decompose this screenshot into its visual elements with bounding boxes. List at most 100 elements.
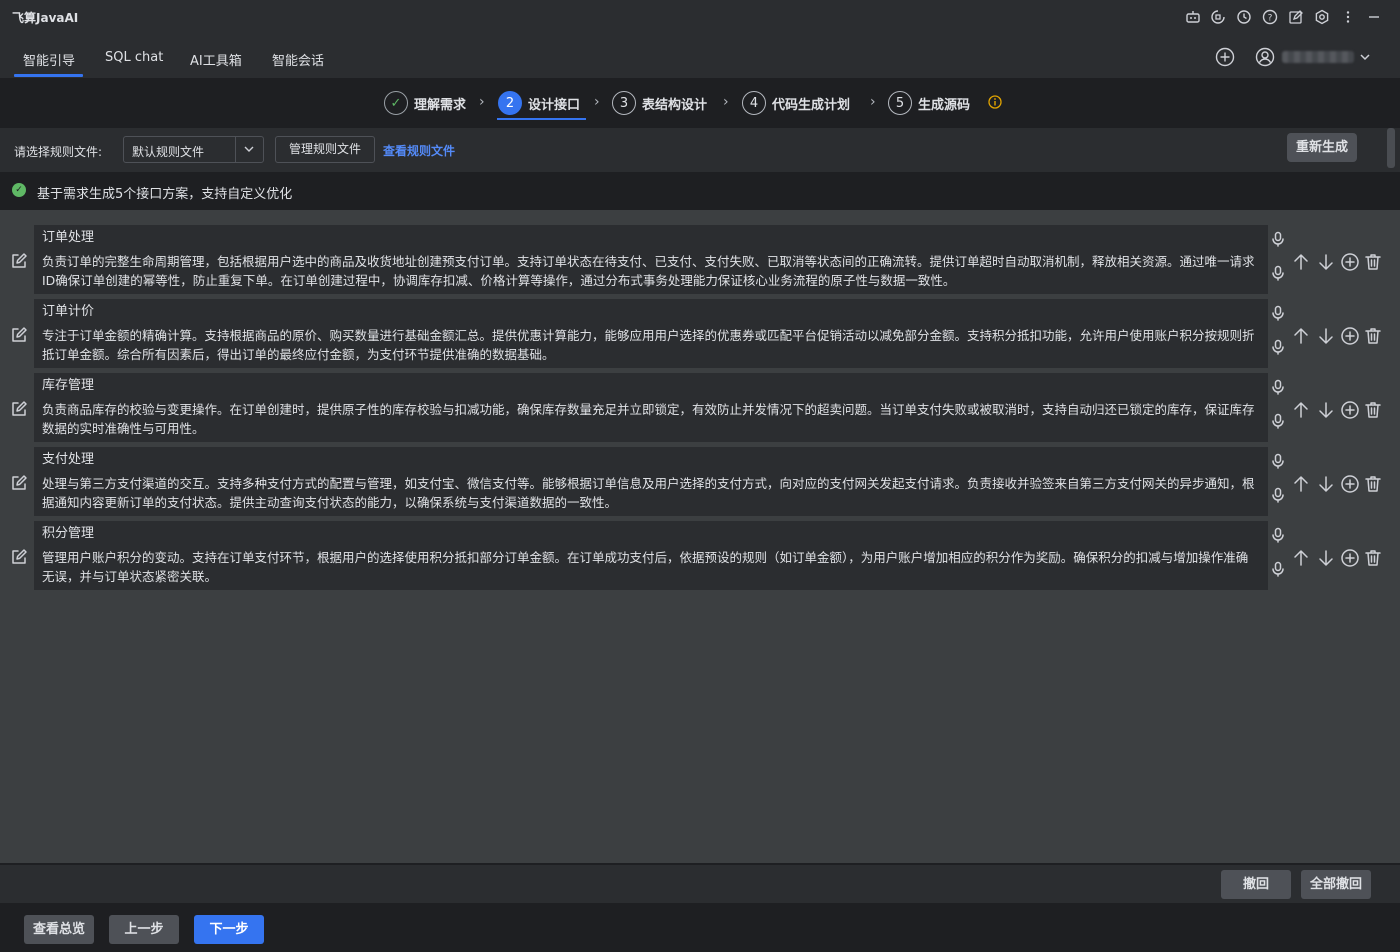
- tab-smart-chat[interactable]: 智能会话: [272, 50, 324, 69]
- delete-icon[interactable]: [1363, 252, 1383, 272]
- minimize-icon[interactable]: [1364, 7, 1384, 27]
- edit-icon[interactable]: [10, 548, 28, 566]
- interface-description[interactable]: 负责商品库存的校验与变更操作。在订单创建时，提供原子性的库存校验与扣减功能，确保…: [42, 400, 1260, 438]
- mic-icon[interactable]: [1270, 453, 1286, 469]
- move-down-icon[interactable]: [1316, 252, 1336, 272]
- step-2[interactable]: 2 设计接口: [498, 90, 580, 116]
- overview-button[interactable]: 查看总览: [24, 915, 94, 944]
- nav-bar: 智能引导 SQL chat AI工具箱 智能会话: [0, 34, 1400, 78]
- interface-title[interactable]: 订单处理: [42, 230, 1260, 246]
- chevron-right-icon: ›: [594, 94, 600, 110]
- step-5[interactable]: 5 生成源码: [888, 90, 970, 116]
- delete-icon[interactable]: [1363, 548, 1383, 568]
- more-icon[interactable]: [1338, 7, 1358, 27]
- edit-icon[interactable]: [10, 474, 28, 492]
- mic-icon[interactable]: [1270, 305, 1286, 321]
- svg-text:?: ?: [1268, 14, 1273, 24]
- mic-icon[interactable]: [1270, 561, 1286, 577]
- undo-button[interactable]: 撤回: [1221, 870, 1291, 899]
- mic-icon[interactable]: [1270, 339, 1286, 355]
- history-icon[interactable]: [1234, 7, 1254, 27]
- undo-bar: 撤回 全部撤回: [0, 865, 1400, 903]
- step-label: 表结构设计: [642, 97, 708, 113]
- interface-description[interactable]: 处理与第三方支付渠道的交互。支持多种支付方式的配置与管理，如支付宝、微信支付等。…: [42, 474, 1260, 512]
- add-row-icon[interactable]: [1340, 326, 1360, 346]
- add-row-icon[interactable]: [1340, 548, 1360, 568]
- info-icon[interactable]: [988, 95, 1002, 109]
- tab-smart-guide[interactable]: 智能引导: [23, 50, 75, 69]
- move-up-icon[interactable]: [1291, 474, 1311, 494]
- step-1[interactable]: ✓ 理解需求: [384, 90, 466, 116]
- mic-icon[interactable]: [1270, 231, 1286, 247]
- next-step-button[interactable]: 下一步: [194, 915, 264, 944]
- prev-step-button[interactable]: 上一步: [109, 915, 179, 944]
- interface-description[interactable]: 管理用户账户积分的变动。支持在订单支付环节，根据用户的选择使用积分抵扣部分订单金…: [42, 548, 1260, 586]
- step-number: 4: [742, 91, 766, 115]
- chevron-down-icon[interactable]: [1359, 51, 1371, 63]
- mic-icon[interactable]: [1270, 265, 1286, 281]
- robot-icon[interactable]: [1183, 7, 1203, 27]
- user-name-redacted: [1282, 51, 1354, 63]
- step-label: 设计接口: [528, 97, 581, 113]
- interface-card[interactable]: 订单处理负责订单的完整生命周期管理，包括根据用户选中的商品及收货地址创建预支付订…: [34, 225, 1268, 294]
- steps-bar: ✓ 理解需求 › 2 设计接口 › 3 表结构设计 › 4 代码生成计划 › 5…: [0, 78, 1400, 128]
- move-up-icon[interactable]: [1291, 252, 1311, 272]
- interface-card[interactable]: 支付处理处理与第三方支付渠道的交互。支持多种支付方式的配置与管理，如支付宝、微信…: [34, 447, 1268, 516]
- delete-icon[interactable]: [1363, 400, 1383, 420]
- rule-file-select[interactable]: 默认规则文件: [123, 136, 264, 163]
- step-4[interactable]: 4 代码生成计划: [742, 90, 850, 116]
- interface-description[interactable]: 专注于订单金额的精确计算。支持根据商品的原价、购买数量进行基础金额汇总。提供优惠…: [42, 326, 1260, 364]
- status-bar: ✓ 基于需求生成5个接口方案，支持自定义优化: [0, 172, 1400, 210]
- chevron-down-icon: [243, 142, 255, 156]
- move-up-icon[interactable]: [1291, 548, 1311, 568]
- interface-list: 订单处理负责订单的完整生命周期管理，包括根据用户选中的商品及收货地址创建预支付订…: [0, 210, 1400, 863]
- interface-description[interactable]: 负责订单的完整生命周期管理，包括根据用户选中的商品及收货地址创建预支付订单。支持…: [42, 252, 1260, 290]
- tab-ai-toolbox[interactable]: AI工具箱: [190, 50, 242, 69]
- delete-icon[interactable]: [1363, 474, 1383, 494]
- step-number: 3: [612, 91, 636, 115]
- manage-rule-files-button[interactable]: 管理规则文件: [275, 136, 375, 163]
- add-row-icon[interactable]: [1340, 400, 1360, 420]
- move-down-icon[interactable]: [1316, 400, 1336, 420]
- interface-card[interactable]: 订单计价专注于订单金额的精确计算。支持根据商品的原价、购买数量进行基础金额汇总。…: [34, 299, 1268, 368]
- interface-card[interactable]: 库存管理负责商品库存的校验与变更操作。在订单创建时，提供原子性的库存校验与扣减功…: [34, 373, 1268, 442]
- interface-title[interactable]: 支付处理: [42, 452, 1260, 468]
- help-icon[interactable]: ?: [1260, 7, 1280, 27]
- chevron-right-icon: ›: [723, 94, 729, 110]
- settings-icon[interactable]: [1312, 7, 1332, 27]
- move-up-icon[interactable]: [1291, 400, 1311, 420]
- interface-title[interactable]: 库存管理: [42, 378, 1260, 394]
- view-rule-files-link[interactable]: 查看规则文件: [383, 142, 455, 159]
- step-number: 2: [498, 91, 522, 115]
- edit-icon[interactable]: [1286, 7, 1306, 27]
- add-icon[interactable]: [1215, 47, 1235, 67]
- interface-title[interactable]: 订单计价: [42, 304, 1260, 320]
- edit-icon[interactable]: [10, 400, 28, 418]
- plugin-icon[interactable]: [1208, 7, 1228, 27]
- move-down-icon[interactable]: [1316, 326, 1336, 346]
- add-row-icon[interactable]: [1340, 252, 1360, 272]
- regenerate-button[interactable]: 重新生成: [1287, 133, 1357, 162]
- avatar[interactable]: [1255, 47, 1275, 67]
- edit-icon[interactable]: [10, 326, 28, 344]
- interface-card[interactable]: 积分管理管理用户账户积分的变动。支持在订单支付环节，根据用户的选择使用积分抵扣部…: [34, 521, 1268, 590]
- move-up-icon[interactable]: [1291, 326, 1311, 346]
- delete-icon[interactable]: [1363, 326, 1383, 346]
- step-3[interactable]: 3 表结构设计: [612, 90, 707, 116]
- mic-icon[interactable]: [1270, 379, 1286, 395]
- mic-icon[interactable]: [1270, 413, 1286, 429]
- status-text: 基于需求生成5个接口方案，支持自定义优化: [37, 187, 293, 202]
- step-label: 代码生成计划: [772, 97, 851, 113]
- undo-all-button[interactable]: 全部撤回: [1301, 870, 1371, 899]
- mic-icon[interactable]: [1270, 487, 1286, 503]
- add-row-icon[interactable]: [1340, 474, 1360, 494]
- edit-icon[interactable]: [10, 252, 28, 270]
- mic-icon[interactable]: [1270, 527, 1286, 543]
- chevron-right-icon: ›: [479, 94, 485, 110]
- interface-title[interactable]: 积分管理: [42, 526, 1260, 542]
- tab-sql-chat[interactable]: SQL chat: [105, 50, 163, 65]
- move-down-icon[interactable]: [1316, 548, 1336, 568]
- move-down-icon[interactable]: [1316, 474, 1336, 494]
- scrollbar[interactable]: [1387, 128, 1395, 168]
- rule-file-selected: 默认规则文件: [132, 145, 205, 159]
